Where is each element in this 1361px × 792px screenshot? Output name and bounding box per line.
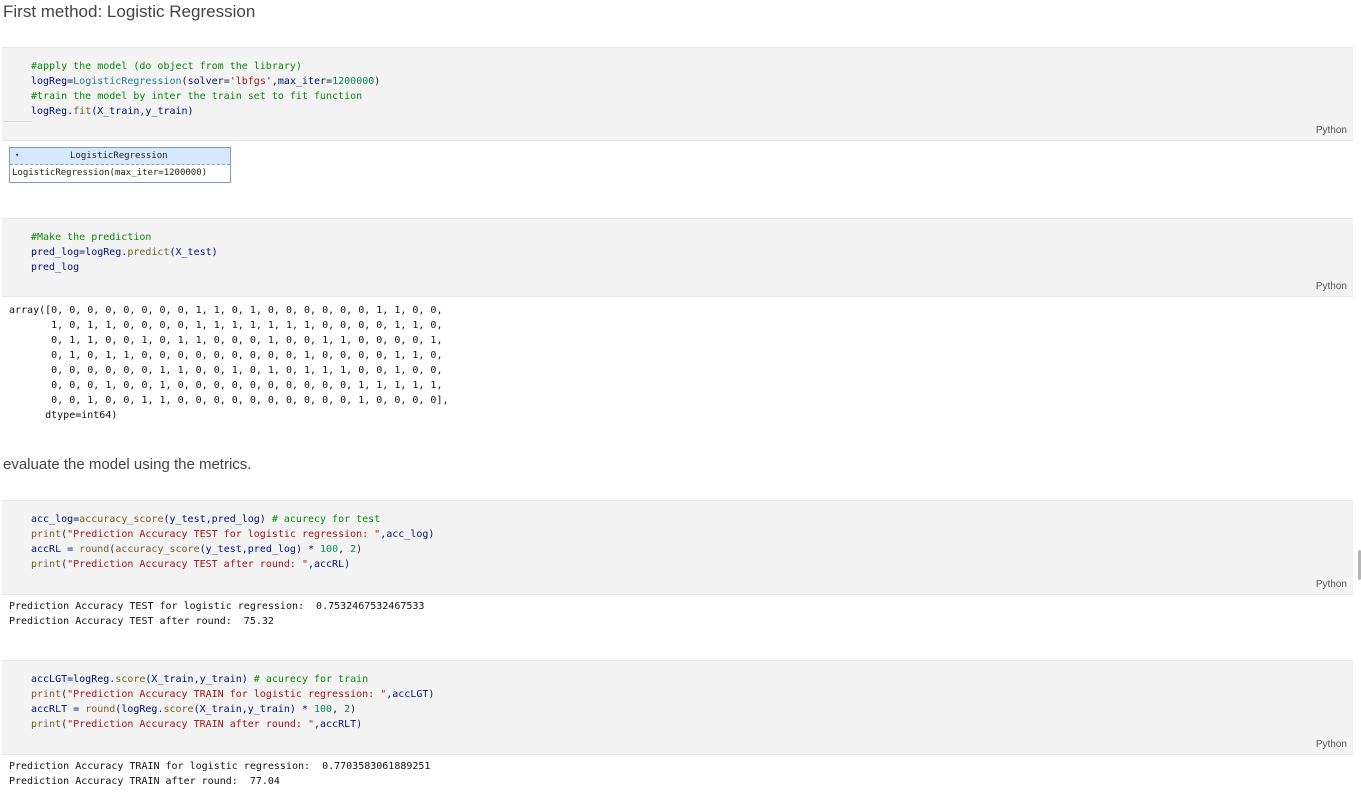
code-token: solver (187, 76, 224, 87)
code-cell-4[interactable]: accLGT=logReg.score(X_train,y_train) # a… (2, 660, 1353, 755)
code-token: predict (127, 247, 170, 258)
output-line: dtype=int64) (9, 410, 118, 421)
estimator-params: LogisticRegression(max_iter=1200000) (12, 168, 208, 178)
code-token: accLGT=logReg. (31, 674, 116, 685)
code-token: logReg= (31, 76, 74, 87)
code-comment: # acurecy for test (271, 514, 381, 525)
code-token: max_iter (277, 76, 327, 87)
code-token: (X_train,y_train) (145, 674, 254, 685)
code-token: pred_log (31, 262, 80, 273)
code-cell-1[interactable]: #apply the model (do object from the lib… (2, 47, 1353, 141)
language-label[interactable]: Python (1316, 739, 1347, 750)
code-token: "Prediction Accuracy TRAIN after round: … (67, 719, 314, 730)
code-token: round (85, 704, 116, 715)
code-editor[interactable]: acc_log=accuracy_score(y_test,pred_log) … (31, 512, 434, 572)
output-line: Prediction Accuracy TEST after round: 75… (9, 616, 274, 627)
markdown-paragraph: evaluate the model using the metrics. (3, 456, 252, 473)
cell-output-array: array([0, 0, 0, 0, 0, 0, 0, 0, 1, 1, 0, … (9, 303, 449, 423)
output-line: 0, 1, 0, 1, 1, 0, 0, 0, 0, 0, 0, 0, 0, 0… (9, 350, 443, 361)
code-token: LogisticRegression (73, 76, 182, 87)
output-line: 0, 0, 0, 1, 0, 0, 1, 0, 0, 0, 0, 0, 0, 0… (9, 380, 443, 391)
code-comment: #apply the model (do object from the lib… (31, 61, 302, 72)
code-comment: # acurecy for train (253, 674, 369, 685)
output-line: 0, 0, 1, 0, 0, 1, 1, 0, 0, 0, 0, 0, 0, 0… (9, 395, 449, 406)
code-token: score (163, 704, 194, 715)
output-line: 0, 1, 1, 0, 0, 1, 0, 1, 1, 0, 0, 0, 1, 0… (9, 335, 443, 346)
code-token: accRL = (31, 544, 80, 555)
markdown-heading: First method: Logistic Regression (3, 2, 256, 21)
code-editor[interactable]: #apply the model (do object from the lib… (31, 59, 380, 119)
code-token: , (332, 704, 345, 715)
code-token: ) (356, 544, 363, 555)
estimator-header[interactable]: ▾ LogisticRegression (10, 148, 230, 165)
code-token: ,accLGT) (386, 689, 435, 700)
language-label[interactable]: Python (1316, 281, 1347, 292)
code-token: fit (73, 106, 92, 117)
code-token: print (31, 689, 62, 700)
collapse-arrow-icon[interactable]: ▾ (15, 151, 19, 159)
code-comment: #Make the prediction (31, 232, 152, 243)
code-token: ,accRLT) (313, 719, 363, 730)
code-token: (X_train,y_train) * (193, 704, 314, 715)
code-editor[interactable]: #Make the prediction pred_log=logReg.pre… (31, 230, 218, 275)
code-token: , (338, 544, 351, 555)
code-token: accuracy_score (115, 544, 200, 555)
code-token: print (31, 529, 62, 540)
output-line: 1, 0, 1, 1, 0, 0, 0, 0, 1, 1, 1, 1, 1, 1… (9, 320, 443, 331)
output-line: 0, 0, 0, 0, 0, 0, 1, 1, 0, 0, 1, 0, 1, 0… (9, 365, 443, 376)
estimator-title: LogisticRegression (70, 151, 168, 161)
code-cell-2[interactable]: #Make the prediction pred_log=logReg.pre… (2, 218, 1353, 297)
output-line: Prediction Accuracy TRAIN for logistic r… (9, 761, 431, 772)
code-token: ) (374, 76, 381, 87)
cell-divider (4, 121, 32, 122)
code-token: 'lbfgs' (229, 76, 272, 87)
code-cell-3[interactable]: acc_log=accuracy_score(y_test,pred_log) … (2, 500, 1353, 595)
code-token: print (31, 719, 62, 730)
code-token: (y_test,pred_log) * (199, 544, 321, 555)
output-line: Prediction Accuracy TEST for logistic re… (9, 601, 425, 612)
code-token: (X_train,y_train) (91, 106, 194, 117)
language-label[interactable]: Python (1316, 579, 1347, 590)
code-token: ) (350, 704, 357, 715)
code-token: (y_test,pred_log) (163, 514, 272, 525)
code-token: ,acc_log) (380, 529, 435, 540)
code-editor[interactable]: accLGT=logReg.score(X_train,y_train) # a… (31, 672, 434, 732)
code-token: "Prediction Accuracy TEST after round: " (67, 559, 308, 570)
cell-output-text: Prediction Accuracy TRAIN for logistic r… (9, 759, 430, 789)
code-token: 100 (314, 704, 333, 715)
output-line: Prediction Accuracy TRAIN after round: 7… (9, 776, 280, 787)
code-token: score (115, 674, 146, 685)
code-token: (logReg. (115, 704, 164, 715)
code-token: pred_log=logReg. (31, 247, 128, 258)
code-token: (X_test) (169, 247, 218, 258)
code-token: logReg (31, 106, 68, 117)
code-token: accuracy_score (79, 514, 164, 525)
code-comment: #train the model by inter the train set … (31, 91, 363, 102)
code-token: accRLT = (31, 704, 86, 715)
cell-output-text: Prediction Accuracy TEST for logistic re… (9, 599, 424, 629)
estimator-widget[interactable]: ▾ LogisticRegression LogisticRegression(… (9, 147, 231, 183)
code-token: "Prediction Accuracy TEST for logistic r… (67, 529, 381, 540)
code-token: "Prediction Accuracy TRAIN for logistic … (67, 689, 387, 700)
code-token: print (31, 559, 62, 570)
code-token: 100 (320, 544, 339, 555)
language-label[interactable]: Python (1316, 125, 1347, 136)
output-line: array([0, 0, 0, 0, 0, 0, 0, 0, 1, 1, 0, … (9, 305, 443, 316)
code-token: ,accRL) (307, 559, 351, 570)
code-token: round (79, 544, 110, 555)
code-token: 1200000 (332, 76, 375, 87)
code-token: acc_log= (31, 514, 80, 525)
